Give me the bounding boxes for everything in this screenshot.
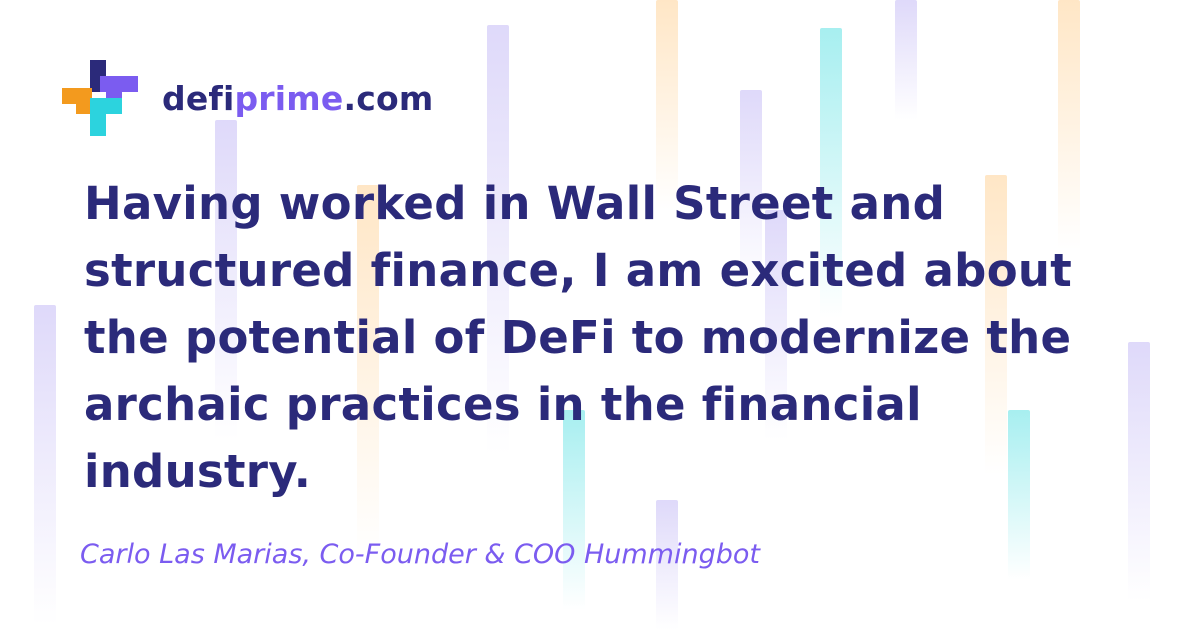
background-bar [895,0,917,120]
brand-logo[interactable]: defiprime.com [62,60,433,136]
brand-name-main: prime [234,78,344,118]
background-bar [34,305,56,625]
quote-text: Having worked in Wall Street and structu… [84,177,1073,498]
brand-name-suffix: .com [343,78,434,118]
pixel-cross-logo-icon [62,60,138,136]
quote-attribution: Carlo Las Marias, Co-Founder & COO Hummi… [80,539,760,570]
brand-name: defiprime.com [162,82,433,115]
quote-card: defiprime.com Having worked in Wall Stre… [0,0,1200,630]
brand-name-prefix: defi [162,78,235,118]
